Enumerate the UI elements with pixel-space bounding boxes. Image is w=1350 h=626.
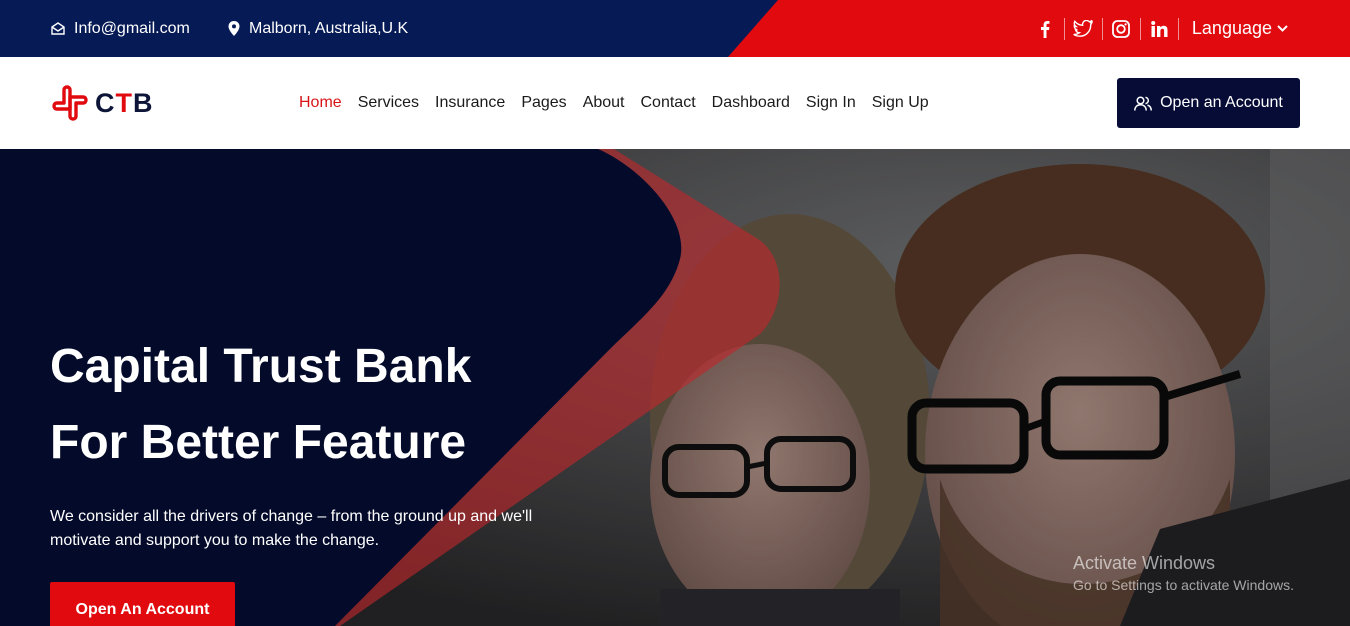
activate-windows-watermark: Activate Windows Go to Settings to activ…: [1073, 553, 1294, 593]
watermark-subtitle: Go to Settings to activate Windows.: [1073, 577, 1294, 593]
hero-section: Capital Trust Bank For Better Feature We…: [0, 149, 1350, 626]
nav-dashboard[interactable]: Dashboard: [712, 94, 790, 112]
hero-title-line-1: Capital Trust Bank: [50, 340, 472, 393]
social-links: Language: [1027, 0, 1350, 57]
twitter-icon[interactable]: [1065, 17, 1103, 40]
users-icon: [1134, 95, 1153, 111]
logo-mark-icon: [52, 85, 88, 121]
chevron-down-icon: [1277, 25, 1288, 32]
email-contact[interactable]: Info@gmail.com: [51, 0, 190, 57]
nav-insurance[interactable]: Insurance: [435, 94, 505, 112]
nav-home[interactable]: Home: [299, 94, 342, 112]
hero-title: Capital Trust Bank For Better Feature: [50, 329, 610, 481]
hero-open-account-button[interactable]: Open An Account: [50, 582, 235, 626]
open-account-label: Open an Account: [1160, 94, 1283, 111]
location-text: Malborn, Australia,U.K: [249, 19, 409, 37]
envelope-icon: [51, 22, 65, 35]
nav-contact[interactable]: Contact: [641, 94, 696, 112]
nav-about[interactable]: About: [583, 94, 625, 112]
main-nav: Home Services Insurance Pages About Cont…: [299, 57, 945, 149]
email-text: Info@gmail.com: [74, 19, 190, 37]
hero-subtitle: We consider all the drivers of change – …: [50, 508, 533, 549]
location-contact: Malborn, Australia,U.K: [228, 0, 408, 57]
nav-sign-in[interactable]: Sign In: [806, 94, 856, 112]
instagram-icon[interactable]: [1103, 17, 1141, 40]
linkedin-icon[interactable]: [1141, 17, 1179, 40]
main-header: CTB Home Services Insurance Pages About …: [0, 57, 1350, 149]
facebook-icon[interactable]: [1027, 17, 1065, 40]
nav-sign-up[interactable]: Sign Up: [872, 94, 929, 112]
language-dropdown[interactable]: Language: [1179, 18, 1350, 39]
language-label: Language: [1191, 18, 1272, 38]
nav-pages[interactable]: Pages: [521, 94, 566, 112]
watermark-title: Activate Windows: [1073, 553, 1216, 573]
hero-title-line-2: For Better Feature: [50, 416, 467, 469]
nav-services[interactable]: Services: [358, 94, 419, 112]
top-info-bar: Info@gmail.com Malborn, Australia,U.K La…: [0, 0, 1350, 57]
open-account-button[interactable]: Open an Account: [1117, 78, 1300, 128]
map-pin-icon: [228, 21, 240, 36]
logo-text: CTB: [95, 87, 154, 118]
site-logo[interactable]: CTB: [51, 84, 154, 122]
